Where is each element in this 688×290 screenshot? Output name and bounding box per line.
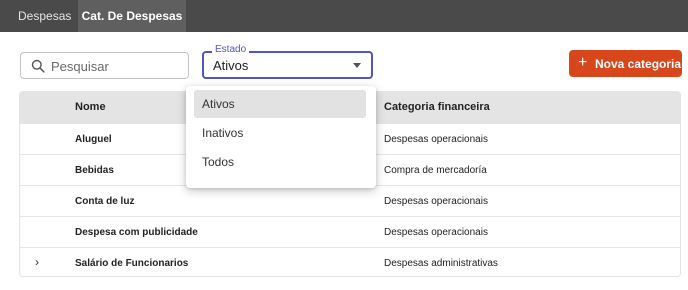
plus-icon: + (578, 54, 588, 71)
row-categoria: Despesas operacionais (384, 227, 488, 238)
row-categoria: Despesas operacionais (384, 134, 488, 145)
estado-dropdown-menu: Ativos Inativos Todos (186, 86, 376, 188)
chevron-right-icon[interactable]: › (35, 255, 39, 269)
column-header-nome[interactable]: Nome (75, 101, 106, 113)
row-categoria: Compra de mercadoría (384, 165, 487, 176)
column-header-categoria[interactable]: Categoria financeira (384, 101, 490, 113)
tab-despesas[interactable]: Despesas (18, 0, 71, 32)
tab-cat-despesas[interactable]: Cat. De Despesas (78, 0, 186, 32)
estado-select[interactable]: Estado Ativos (202, 44, 373, 79)
option-inativos[interactable]: Inativos (194, 119, 366, 147)
caret-down-icon (353, 63, 361, 68)
row-categoria: Despesas administrativas (384, 258, 498, 269)
estado-select-label: Estado (212, 44, 250, 56)
table-row[interactable]: Despesa com publicidade Despesas operaci… (20, 217, 680, 248)
row-nome: Bebidas (75, 165, 114, 176)
table-row[interactable]: Conta de luz Despesas operacionais (20, 186, 680, 217)
search-icon (31, 59, 45, 73)
nova-categoria-button[interactable]: + Nova categoria (569, 50, 682, 77)
search-box[interactable] (20, 52, 189, 79)
option-todos[interactable]: Todos (194, 148, 366, 176)
option-ativos[interactable]: Ativos (194, 90, 366, 118)
row-nome: Aluguel (75, 134, 112, 145)
row-nome: Salário de Funcionarios (75, 258, 189, 269)
nova-categoria-label: Nova categoria (595, 57, 682, 71)
top-tab-bar: Despesas Cat. De Despesas (0, 0, 688, 32)
search-input[interactable] (51, 56, 183, 76)
row-nome: Despesa com publicidade (75, 227, 198, 238)
row-categoria: Despesas operacionais (384, 196, 488, 207)
table-row[interactable]: › Salário de Funcionarios Despesas admin… (20, 248, 680, 276)
row-nome: Conta de luz (75, 196, 135, 207)
estado-select-value: Ativos (213, 58, 249, 73)
